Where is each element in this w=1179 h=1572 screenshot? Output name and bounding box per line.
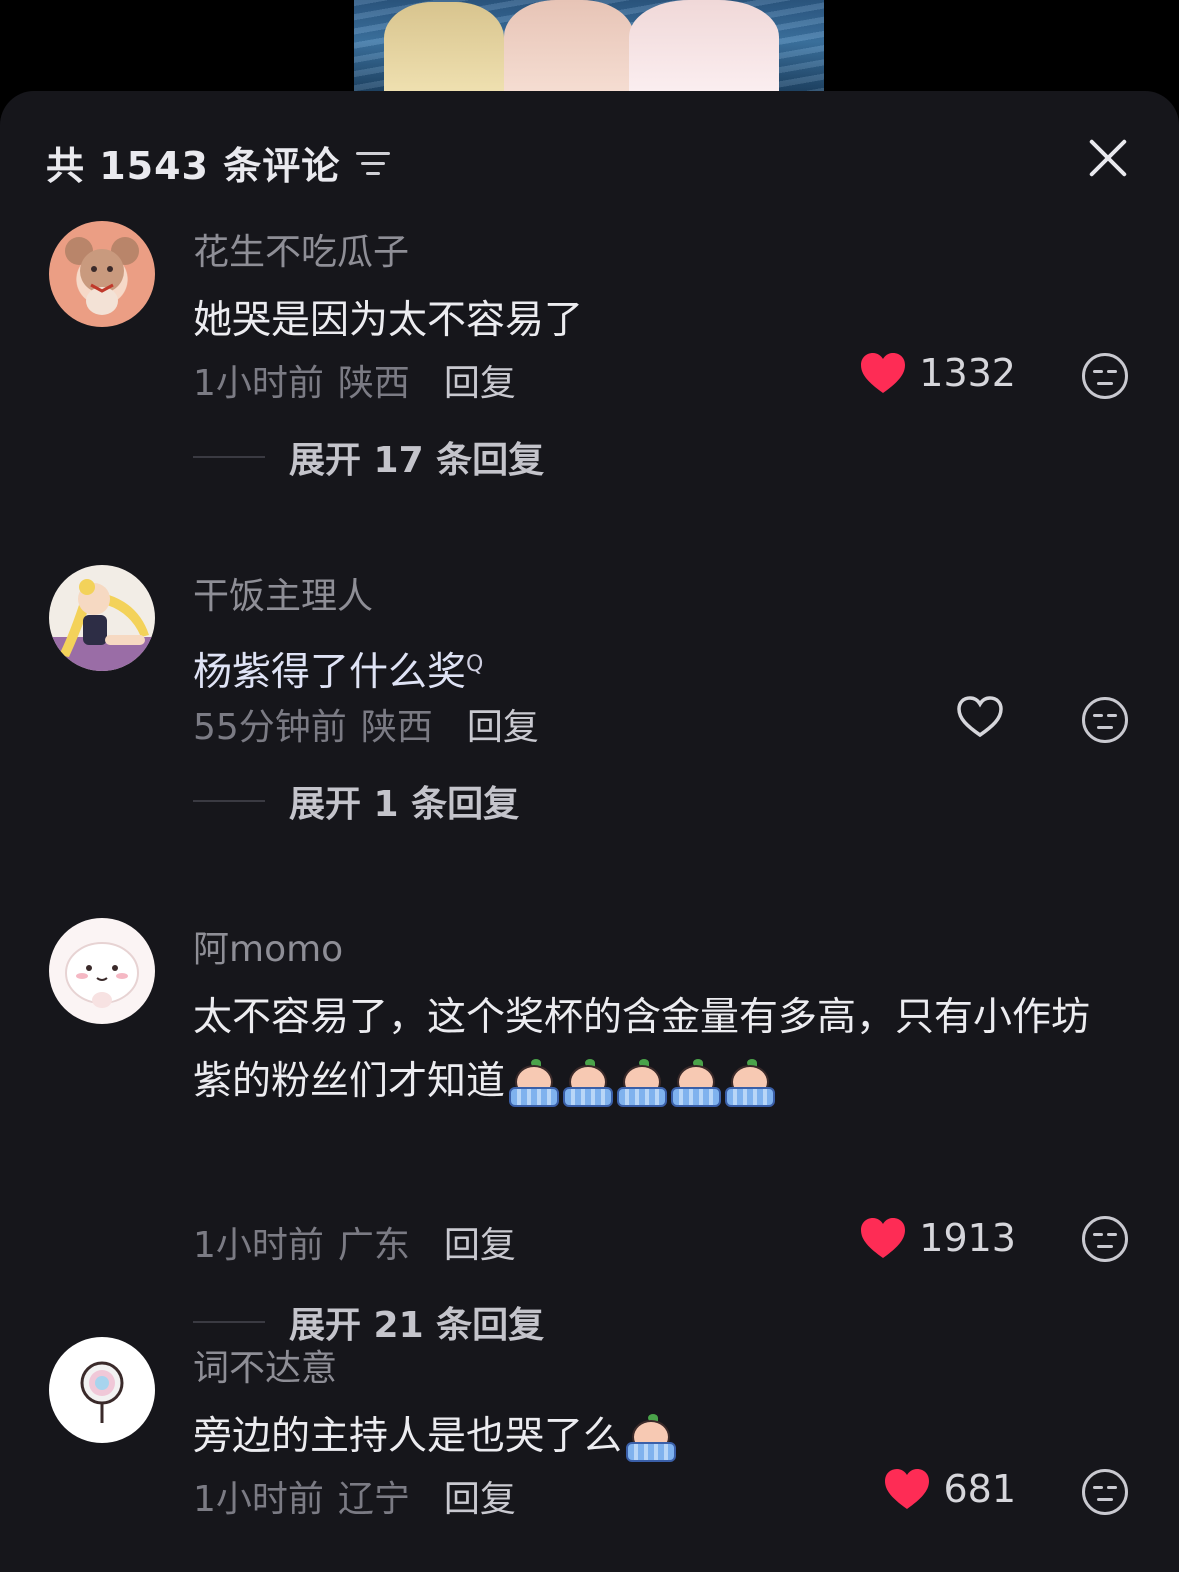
- comment-location: 广东: [337, 1225, 410, 1266]
- white-bunny-avatar-icon: [65, 942, 139, 1008]
- comment-location: 陕西: [337, 363, 410, 404]
- avatar[interactable]: [49, 221, 155, 327]
- like-button[interactable]: 1913: [859, 1216, 1016, 1260]
- dress-figure-left: [384, 2, 504, 92]
- comment-text[interactable]: 旁边的主持人是也哭了么: [193, 1405, 1123, 1469]
- comment-username[interactable]: 阿momo: [193, 920, 343, 972]
- comment-text-content: 旁边的主持人是也哭了么: [193, 1414, 623, 1459]
- reply-button[interactable]: 回复: [467, 698, 539, 750]
- comment-time: 1小时前: [193, 1225, 324, 1266]
- comment-item: 干饭主理人 杨紫得了什么奖Q 55分钟前 陕西 回复 展开 1 条回复: [0, 565, 1179, 865]
- reply-button[interactable]: 回复: [444, 1216, 516, 1268]
- comment-sheet: 共 1543 条评论 花生不吃瓜子 她哭是因为太不容易了 1小时前 陕西 回复 …: [0, 91, 1179, 1572]
- comment-time: 1小时前: [193, 1479, 324, 1520]
- comment-count-title[interactable]: 共 1543 条评论: [46, 135, 392, 190]
- comment-text[interactable]: 她哭是因为太不容易了: [193, 289, 1123, 353]
- crying-face-emoji-icon: [669, 1058, 722, 1109]
- comment-username[interactable]: 花生不吃瓜子: [193, 223, 409, 275]
- like-button[interactable]: 681: [883, 1467, 1016, 1511]
- lollipop-avatar-icon: [80, 1361, 124, 1423]
- avatar[interactable]: [49, 565, 155, 671]
- crying-face-emoji-icon: [561, 1058, 614, 1109]
- comment-meta: 1小时前 广东 回复: [193, 1216, 516, 1268]
- dress-figure-right: [629, 0, 779, 92]
- video-thumbnail[interactable]: [354, 0, 824, 92]
- expand-replies-button[interactable]: 展开 1 条回复: [193, 775, 519, 827]
- comment-text-content: 杨紫得了什么奖: [193, 650, 467, 695]
- comment-meta: 1小时前 辽宁 回复: [193, 1470, 516, 1522]
- close-icon[interactable]: [1082, 133, 1132, 183]
- avatar[interactable]: [49, 918, 155, 1024]
- expand-replies-label: 展开 1 条回复: [289, 784, 520, 825]
- reply-button[interactable]: 回复: [444, 354, 516, 406]
- heart-filled-icon: [861, 1218, 906, 1258]
- like-count: 681: [943, 1467, 1016, 1511]
- comment-time: 55分钟前: [193, 707, 347, 748]
- dislike-face-icon[interactable]: [1082, 1216, 1128, 1262]
- crying-face-emoji-icon: [615, 1058, 668, 1109]
- avatar[interactable]: [49, 1337, 155, 1443]
- like-count: 1332: [919, 351, 1016, 395]
- comment-text-content: 她哭是因为太不容易了: [193, 298, 584, 343]
- like-button[interactable]: [956, 695, 1016, 739]
- dislike-face-icon[interactable]: [1082, 353, 1128, 399]
- like-button[interactable]: 1332: [859, 351, 1016, 395]
- heart-filled-icon: [885, 1469, 930, 1509]
- divider-line: [193, 456, 265, 458]
- divider-line: [193, 1321, 265, 1323]
- comment-item: 花生不吃瓜子 她哭是因为太不容易了 1小时前 陕西 回复 1332 展开 17 …: [0, 221, 1179, 521]
- mouse-cartoon-avatar-icon: [65, 237, 139, 315]
- comment-meta: 1小时前 陕西 回复: [193, 354, 516, 406]
- comment-username[interactable]: 词不达意: [193, 1339, 337, 1391]
- reply-button[interactable]: 回复: [444, 1470, 516, 1522]
- comment-meta: 55分钟前 陕西 回复: [193, 698, 539, 750]
- sailor-girl-avatar-icon: [49, 579, 155, 671]
- emoji-group: [507, 1058, 776, 1109]
- comment-time: 1小时前: [193, 363, 324, 404]
- expand-replies-button[interactable]: 展开 17 条回复: [193, 431, 544, 483]
- comment-count-label: 共 1543 条评论: [46, 144, 341, 188]
- dislike-face-icon[interactable]: [1082, 697, 1128, 743]
- crying-face-emoji-icon: [507, 1058, 560, 1109]
- crying-face-emoji-icon: [624, 1413, 677, 1464]
- comment-item: 阿momo 太不容易了，这个奖杯的含金量有多高，只有小作坊紫的粉丝们才知道 1小…: [0, 918, 1179, 1346]
- crying-face-emoji-icon: [723, 1058, 776, 1109]
- comment-sheet-header: 共 1543 条评论: [0, 91, 1179, 221]
- divider-line: [193, 800, 265, 802]
- comment-item: 词不达意 旁边的主持人是也哭了么 1小时前 辽宁 回复 681: [0, 1337, 1179, 1572]
- heart-filled-icon: [861, 353, 906, 393]
- comment-location: 陕西: [360, 707, 433, 748]
- search-icon[interactable]: Q: [466, 652, 483, 677]
- emoji-group: [624, 1413, 677, 1464]
- comment-location: 辽宁: [337, 1479, 410, 1520]
- dislike-face-icon[interactable]: [1082, 1469, 1128, 1515]
- comment-text[interactable]: 太不容易了，这个奖杯的含金量有多高，只有小作坊紫的粉丝们才知道: [193, 986, 1123, 1114]
- sort-filter-icon[interactable]: [356, 148, 392, 178]
- video-area[interactable]: [0, 0, 1179, 100]
- dress-figure-center: [504, 0, 634, 92]
- heart-outline-icon: [957, 696, 1003, 738]
- like-count: 1913: [919, 1216, 1016, 1260]
- comment-username[interactable]: 干饭主理人: [193, 567, 373, 619]
- expand-replies-label: 展开 17 条回复: [289, 440, 545, 481]
